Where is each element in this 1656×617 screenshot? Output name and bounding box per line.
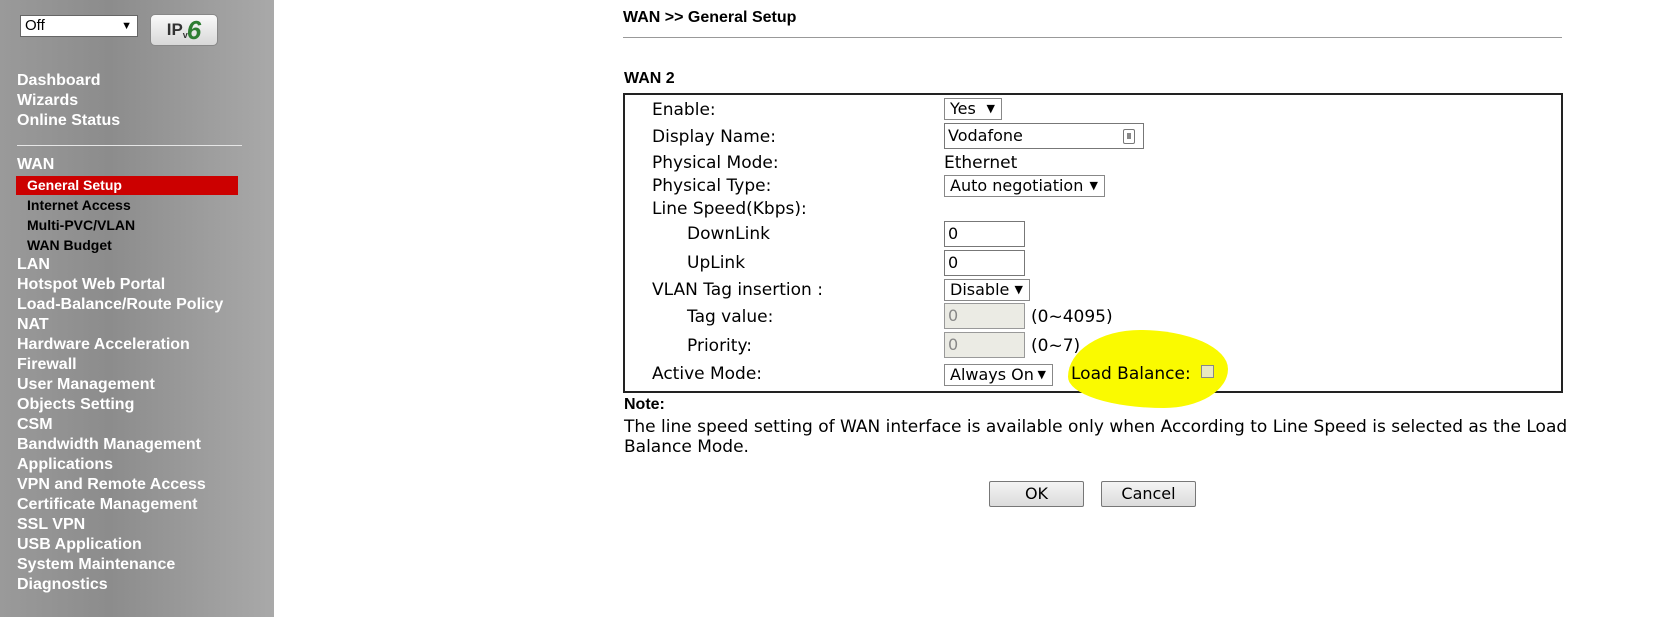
enable-label: Enable: <box>652 100 716 120</box>
ipv6-mode-select[interactable]: Off ▼ <box>20 15 138 37</box>
nav-wan-multi-pvc-vlan[interactable]: Multi-PVC/VLAN <box>27 216 135 234</box>
nav-user-management[interactable]: User Management <box>17 375 155 395</box>
nav-lan[interactable]: LAN <box>17 255 50 275</box>
enable-select[interactable]: Yes ▼ <box>944 98 1002 120</box>
tag-value-label: Tag value: <box>687 307 774 327</box>
nav-wan-general-setup[interactable]: General Setup <box>16 176 238 195</box>
sidebar: Off ▼ IP v 6 Dashboard Wizards Online St… <box>0 0 274 617</box>
nav-wan-budget[interactable]: WAN Budget <box>27 236 112 254</box>
nav-nat[interactable]: NAT <box>17 315 49 335</box>
nav-ssl-vpn[interactable]: SSL VPN <box>17 515 85 535</box>
note-text: The line speed setting of WAN interface … <box>624 417 1568 457</box>
active-mode-select-value: Always On <box>950 365 1034 384</box>
display-name-label: Display Name: <box>652 127 776 147</box>
nav-certificate-management[interactable]: Certificate Management <box>17 495 198 515</box>
title-divider <box>623 37 1562 38</box>
physical-type-select-value: Auto negotiation <box>950 176 1084 195</box>
downlink-input[interactable]: 0 <box>944 221 1025 247</box>
downlink-label: DownLink <box>687 224 770 244</box>
nav-diagnostics[interactable]: Diagnostics <box>17 575 108 595</box>
uplink-value: 0 <box>948 253 959 272</box>
physical-type-label: Physical Type: <box>652 176 772 196</box>
nav-applications[interactable]: Applications <box>17 455 113 475</box>
physical-type-select[interactable]: Auto negotiation ▼ <box>944 175 1105 197</box>
nav-online-status[interactable]: Online Status <box>17 111 120 131</box>
nav-wizards[interactable]: Wizards <box>17 91 78 111</box>
nav-wan-internet-access[interactable]: Internet Access <box>27 196 131 214</box>
chevron-down-icon: ▼ <box>1037 368 1046 381</box>
nav-bandwidth-management[interactable]: Bandwidth Management <box>17 435 201 455</box>
vlan-tag-label: VLAN Tag insertion : <box>652 280 823 300</box>
nav-hardware-acceleration[interactable]: Hardware Acceleration <box>17 335 190 355</box>
nav-divider <box>17 145 242 146</box>
priority-value: 0 <box>948 335 959 354</box>
contact-card-icon <box>1123 129 1135 144</box>
nav-vpn-and-remote-access[interactable]: VPN and Remote Access <box>17 475 206 495</box>
priority-input[interactable]: 0 <box>944 332 1025 358</box>
nav-load-balance-route-policy[interactable]: Load-Balance/Route Policy <box>17 295 223 315</box>
downlink-value: 0 <box>948 224 959 243</box>
ipv6-button[interactable]: IP v 6 <box>150 14 218 46</box>
nav-csm[interactable]: CSM <box>17 415 53 435</box>
nav-objects-setting[interactable]: Objects Setting <box>17 395 134 415</box>
section-title: WAN 2 <box>624 70 675 87</box>
line-speed-label: Line Speed(Kbps): <box>652 199 807 219</box>
ipv6-mode-select-value: Off <box>25 17 45 34</box>
tag-value-value: 0 <box>948 306 959 325</box>
page-title: WAN >> General Setup <box>623 9 797 26</box>
vlan-tag-select-value: Disable <box>950 280 1010 299</box>
nav-hotspot-web-portal[interactable]: Hotspot Web Portal <box>17 275 165 295</box>
priority-label: Priority: <box>687 336 752 356</box>
active-mode-select[interactable]: Always On ▼ <box>944 364 1053 386</box>
ipv6-logo-ip: IP <box>166 20 183 39</box>
active-mode-label: Active Mode: <box>652 364 763 384</box>
priority-range: (0~7) <box>1031 336 1081 356</box>
chevron-down-icon: ▼ <box>121 20 132 32</box>
nav-dashboard[interactable]: Dashboard <box>17 71 101 91</box>
enable-select-value: Yes <box>950 99 976 118</box>
chevron-down-icon: ▼ <box>1014 283 1023 296</box>
vlan-tag-select[interactable]: Disable ▼ <box>944 279 1030 301</box>
tag-value-range: (0~4095) <box>1031 307 1113 327</box>
chevron-down-icon: ▼ <box>986 102 995 115</box>
nav-firewall[interactable]: Firewall <box>17 355 77 375</box>
cancel-button[interactable]: Cancel <box>1101 481 1196 507</box>
display-name-value: Vodafone <box>948 126 1023 145</box>
display-name-input[interactable]: Vodafone <box>944 123 1144 149</box>
uplink-input[interactable]: 0 <box>944 250 1025 276</box>
nav-wan[interactable]: WAN <box>17 155 54 175</box>
tag-value-input[interactable]: 0 <box>944 303 1025 329</box>
physical-mode-value: Ethernet <box>944 153 1018 173</box>
ok-button[interactable]: OK <box>989 481 1084 507</box>
uplink-label: UpLink <box>687 253 746 273</box>
note-title: Note: <box>624 396 665 413</box>
chevron-down-icon: ▼ <box>1089 179 1098 192</box>
nav-system-maintenance[interactable]: System Maintenance <box>17 555 175 575</box>
physical-mode-label: Physical Mode: <box>652 153 779 173</box>
ipv6-logo-six: 6 <box>186 14 202 45</box>
load-balance-checkbox[interactable] <box>1201 365 1214 378</box>
load-balance-label: Load Balance: <box>1071 364 1191 384</box>
nav-usb-application[interactable]: USB Application <box>17 535 142 555</box>
